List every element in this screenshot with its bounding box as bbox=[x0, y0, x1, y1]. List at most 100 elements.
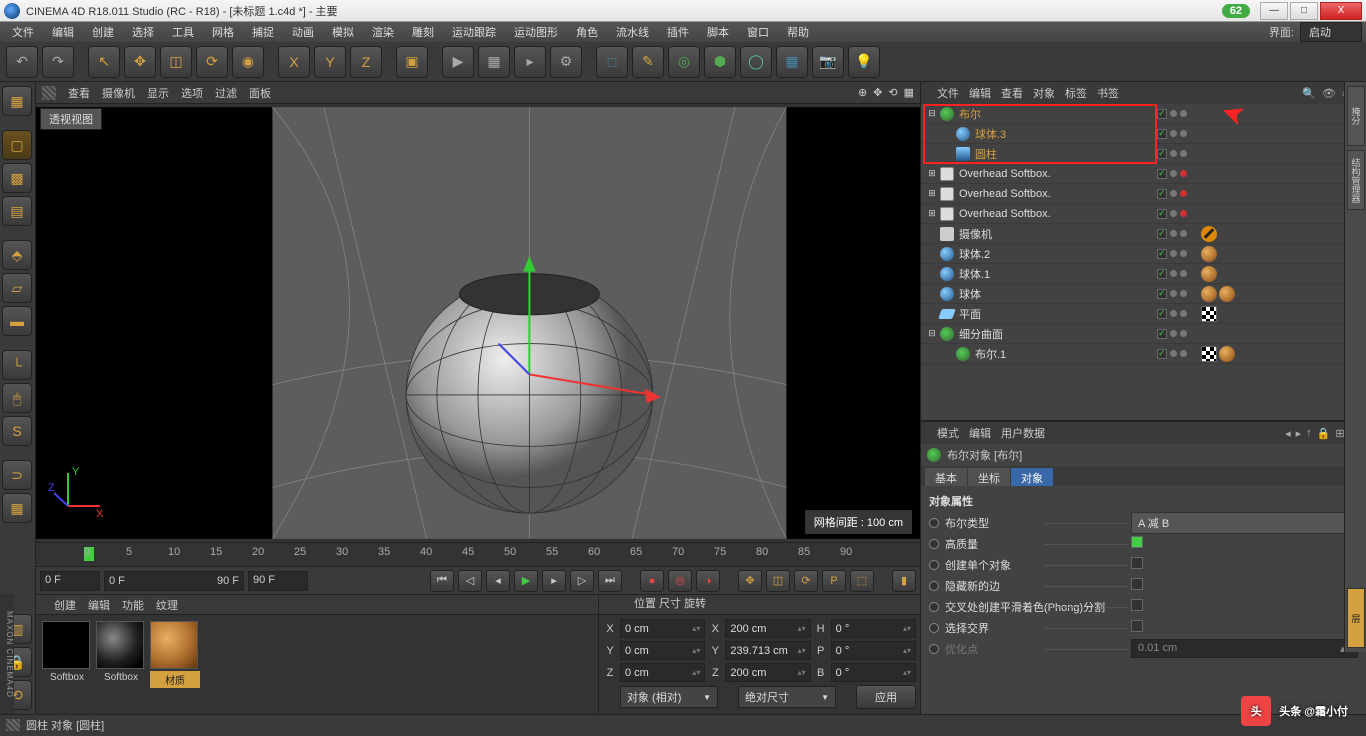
vis-dot[interactable] bbox=[1180, 230, 1187, 237]
menu-item[interactable]: 模拟 bbox=[324, 22, 362, 42]
menu-item[interactable]: 网格 bbox=[204, 22, 242, 42]
objmgr-menu-item[interactable]: 对象 bbox=[1033, 85, 1055, 101]
pos-input[interactable]: 0 cm▴▾ bbox=[620, 641, 705, 660]
menu-item[interactable]: 帮助 bbox=[779, 22, 817, 42]
keyframe-sel-button[interactable]: ◑ bbox=[696, 570, 720, 592]
object-row[interactable]: 球体 bbox=[921, 284, 1366, 304]
timeline[interactable]: 051015202530354045505560657075808590 bbox=[36, 542, 920, 566]
points-mode-button[interactable]: ⬘ bbox=[2, 240, 32, 270]
light-button[interactable]: 💡 bbox=[848, 46, 880, 78]
recent-tool[interactable]: ◉ bbox=[232, 46, 264, 78]
radio-icon[interactable] bbox=[929, 644, 939, 654]
close-button[interactable]: X bbox=[1320, 2, 1362, 20]
camera-button[interactable]: 📷 bbox=[812, 46, 844, 78]
axis-mode-button[interactable]: └ bbox=[2, 350, 32, 380]
next-frame-button[interactable]: ▸ bbox=[542, 570, 566, 592]
vp-nav4-icon[interactable]: ▦ bbox=[904, 86, 914, 99]
menu-item[interactable]: 脚本 bbox=[699, 22, 737, 42]
material-item[interactable]: Softbox bbox=[42, 621, 92, 684]
pos-input[interactable]: 0 cm▴▾ bbox=[620, 619, 705, 638]
environment-button[interactable]: ▦ bbox=[776, 46, 808, 78]
menu-item[interactable]: 编辑 bbox=[44, 22, 82, 42]
tag-mat-icon[interactable] bbox=[1219, 286, 1235, 302]
layer-check[interactable] bbox=[1157, 249, 1167, 259]
pos-input[interactable]: 0 cm▴▾ bbox=[620, 663, 705, 682]
viewport-menu-item[interactable]: 选项 bbox=[181, 85, 203, 101]
expand-icon[interactable]: ⊟ bbox=[927, 108, 937, 119]
vis-dot[interactable] bbox=[1180, 330, 1187, 337]
layer-check[interactable] bbox=[1157, 109, 1167, 119]
vis-dot[interactable] bbox=[1180, 290, 1187, 297]
search-icon[interactable]: 🔍 bbox=[1302, 87, 1316, 100]
coord-system-button[interactable]: ▣ bbox=[396, 46, 428, 78]
vis-dot[interactable] bbox=[1170, 330, 1177, 337]
vis-dot[interactable] bbox=[1180, 310, 1187, 317]
z-axis-button[interactable]: Z bbox=[350, 46, 382, 78]
goto-end-button[interactable]: ⏭ bbox=[598, 570, 622, 592]
layer-check[interactable] bbox=[1157, 129, 1167, 139]
layer-check[interactable] bbox=[1157, 329, 1167, 339]
object-row[interactable]: ⊞Overhead Softbox. bbox=[921, 164, 1366, 184]
goto-start-button[interactable]: ⏮ bbox=[430, 570, 454, 592]
object-row[interactable]: 摄像机 bbox=[921, 224, 1366, 244]
object-row[interactable]: 平面 bbox=[921, 304, 1366, 324]
model-mode-button[interactable]: ▢ bbox=[2, 130, 32, 160]
radio-icon[interactable] bbox=[929, 518, 939, 528]
menu-item[interactable]: 创建 bbox=[84, 22, 122, 42]
attr-menu-item[interactable]: 用户数据 bbox=[1001, 425, 1045, 441]
object-row[interactable]: 球体.3 bbox=[921, 124, 1366, 144]
layer-check[interactable] bbox=[1157, 149, 1167, 159]
object-label[interactable]: 平面 bbox=[959, 306, 981, 322]
dock-tab-2[interactable]: 结构管理器 bbox=[1347, 150, 1365, 210]
object-tree[interactable]: ➤ ⊟布尔球体.3圆柱⊞Overhead Softbox.⊞Overhead S… bbox=[921, 104, 1366, 420]
object-label[interactable]: Overhead Softbox. bbox=[959, 208, 1051, 220]
next-key-button[interactable]: ▷ bbox=[570, 570, 594, 592]
layer-check[interactable] bbox=[1157, 209, 1167, 219]
size-input[interactable]: 200 cm▴▾ bbox=[725, 663, 810, 682]
dock-tab-1[interactable]: 掩分 bbox=[1347, 86, 1365, 146]
y-axis-button[interactable]: Y bbox=[314, 46, 346, 78]
vis-dot[interactable] bbox=[1170, 110, 1177, 117]
objmgr-menu-item[interactable]: 文件 bbox=[937, 85, 959, 101]
size-input[interactable]: 239.713 cm▴▾ bbox=[725, 641, 810, 660]
pen-tool-button[interactable]: ✎ bbox=[632, 46, 664, 78]
tag-mat-icon[interactable] bbox=[1201, 286, 1217, 302]
menu-item[interactable]: 角色 bbox=[568, 22, 606, 42]
vis-dot[interactable] bbox=[1180, 190, 1187, 197]
tweak-mode-button[interactable]: 🖱 bbox=[2, 383, 32, 413]
objmgr-menu-item[interactable]: 书签 bbox=[1097, 85, 1119, 101]
tag-mat-icon[interactable] bbox=[1201, 246, 1217, 262]
attr-checkbox[interactable] bbox=[1131, 620, 1143, 632]
vis-dot[interactable] bbox=[1180, 170, 1187, 177]
generator-button[interactable]: ⬢ bbox=[704, 46, 736, 78]
vis-dot[interactable] bbox=[1180, 110, 1187, 117]
menu-item[interactable]: 插件 bbox=[659, 22, 697, 42]
size-input[interactable]: 200 cm▴▾ bbox=[725, 619, 810, 638]
menu-item[interactable]: 雕刻 bbox=[404, 22, 442, 42]
rotate-tool[interactable]: ⟳ bbox=[196, 46, 228, 78]
take-button[interactable]: ▮ bbox=[892, 570, 916, 592]
attr-checkbox[interactable] bbox=[1131, 536, 1143, 548]
lock-icon[interactable]: 🔒 bbox=[1317, 427, 1331, 440]
menu-item[interactable]: 窗口 bbox=[739, 22, 777, 42]
undo-button[interactable]: ↶ bbox=[6, 46, 38, 78]
objmgr-menu-item[interactable]: 标签 bbox=[1065, 85, 1087, 101]
viewport-menu-item[interactable]: 过滤 bbox=[215, 85, 237, 101]
material-swatch[interactable] bbox=[42, 621, 90, 669]
play-button[interactable]: ▶ bbox=[514, 570, 538, 592]
radio-icon[interactable] bbox=[929, 623, 939, 633]
coord-mode-select[interactable]: 对象 (相对)▼ bbox=[620, 686, 718, 708]
vis-dot[interactable] bbox=[1170, 170, 1177, 177]
menu-item[interactable]: 动画 bbox=[284, 22, 322, 42]
rot-input[interactable]: 0 °▴▾ bbox=[831, 663, 916, 682]
rot-input[interactable]: 0 °▴▾ bbox=[831, 641, 916, 660]
workplane-mode-button[interactable]: ▤ bbox=[2, 196, 32, 226]
cube-primitive-button[interactable]: □ bbox=[596, 46, 628, 78]
snap-button[interactable]: ⊃ bbox=[2, 460, 32, 490]
object-row[interactable]: 布尔.1 bbox=[921, 344, 1366, 364]
attr-checkbox[interactable] bbox=[1131, 599, 1143, 611]
menu-item[interactable]: 文件 bbox=[4, 22, 42, 42]
layer-check[interactable] bbox=[1157, 169, 1167, 179]
redo-button[interactable]: ↷ bbox=[42, 46, 74, 78]
attr-tab[interactable]: 坐标 bbox=[968, 468, 1010, 486]
